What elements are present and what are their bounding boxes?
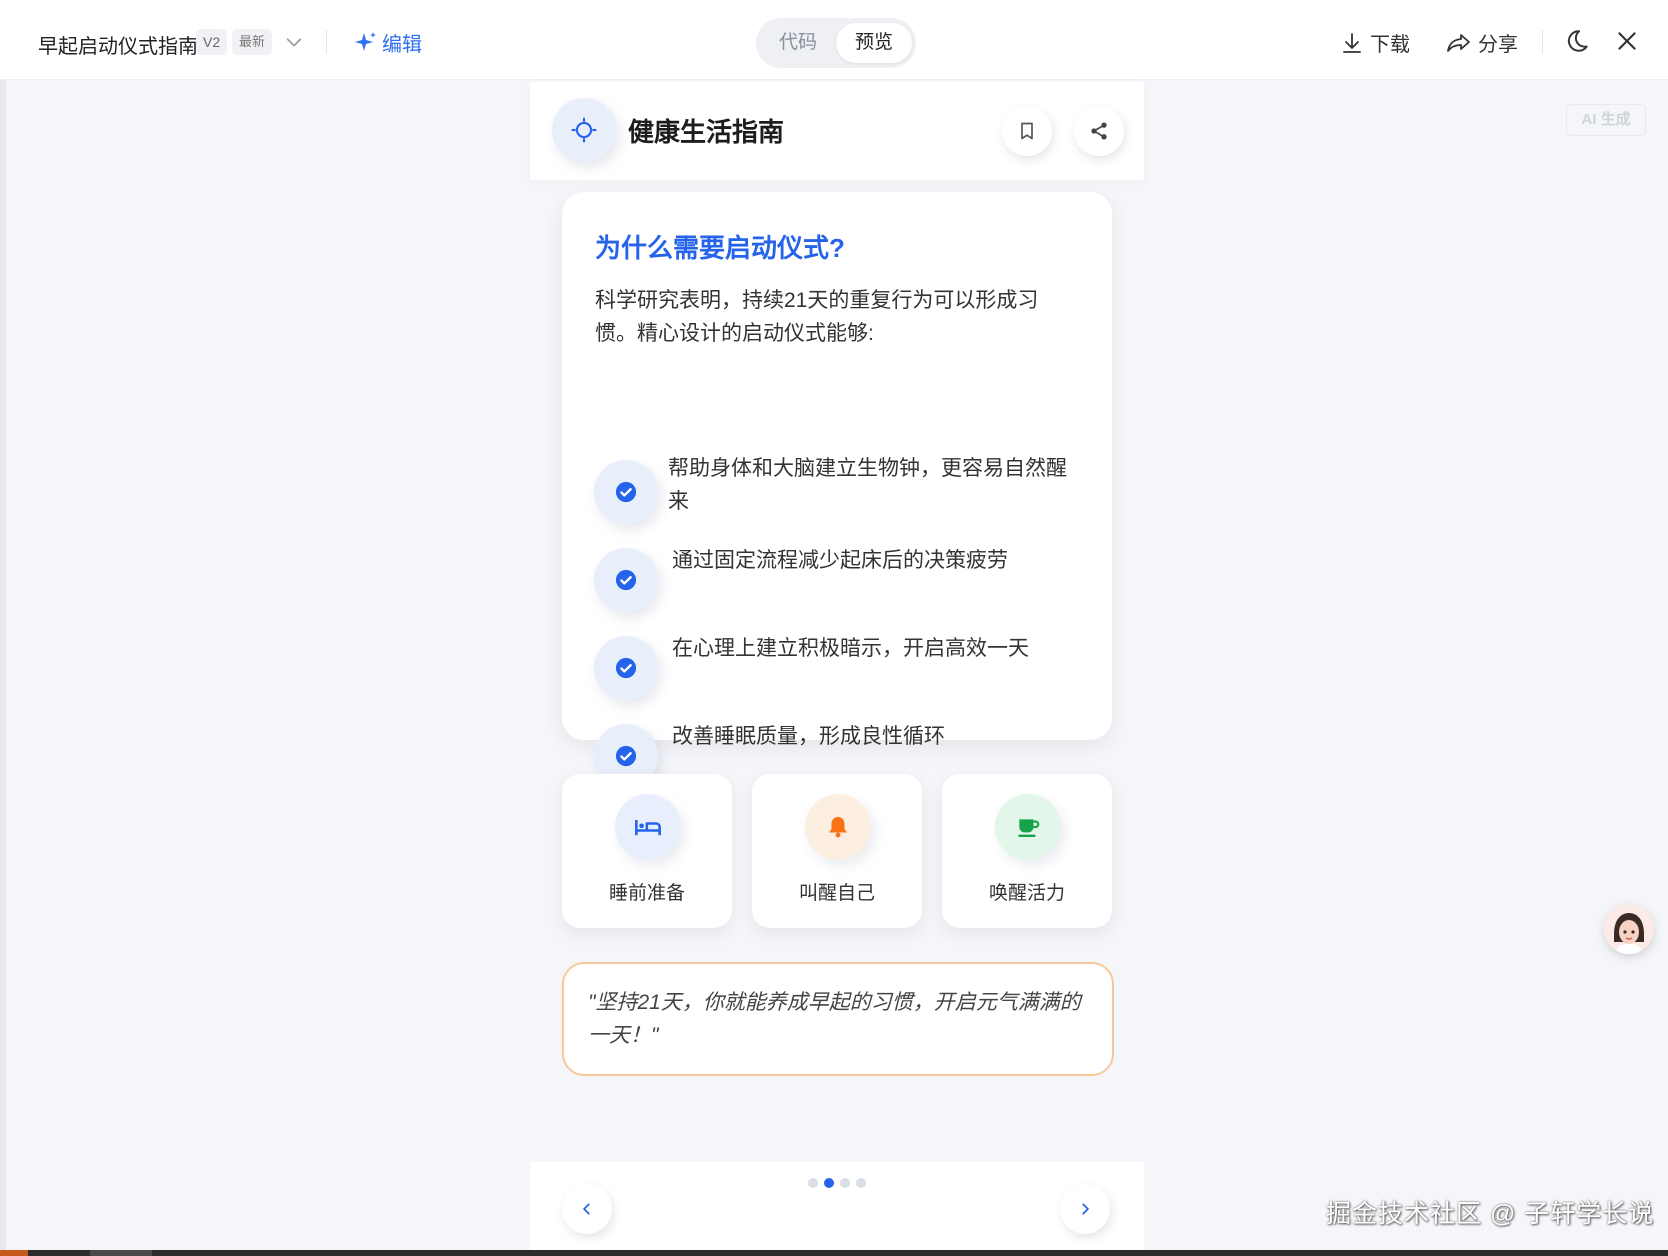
moon-icon[interactable]: [1564, 28, 1590, 54]
download-button[interactable]: 下载: [1340, 28, 1410, 57]
why-title: 为什么需要启动仪式?: [595, 233, 845, 263]
bookmark-icon: [1021, 122, 1033, 140]
motivation-quote: "坚持21天，你就能养成早起的习惯，开启元气满满的一天！": [562, 962, 1114, 1076]
bullet-text: 改善睡眠质量，形成良性循环: [672, 725, 945, 748]
share-icon: [1447, 33, 1470, 52]
tab-code[interactable]: 代码: [760, 23, 836, 63]
download-icon: [1343, 32, 1361, 53]
share-nodes-icon: [1091, 122, 1107, 140]
avatar-icon: [1604, 904, 1654, 954]
toolbar-divider: [1542, 30, 1543, 54]
page-dot[interactable]: [856, 1178, 866, 1188]
feature-label: 唤醒活力: [988, 883, 1065, 904]
left-border: [0, 80, 6, 1250]
feature-label: 叫醒自己: [798, 883, 875, 904]
page-dot[interactable]: [840, 1178, 850, 1188]
view-switch: 代码 预览: [756, 18, 916, 68]
feature-card-energy[interactable]: 唤醒活力: [942, 774, 1112, 928]
app-title: 健康生活指南: [628, 117, 785, 147]
quote-text: "坚持21天，你就能养成早起的习惯，开启元气满满的一天！": [588, 991, 1081, 1047]
bullet-text: 帮助身体和大脑建立生物钟，更容易自然醒来: [668, 457, 1067, 513]
watermark: 掘金技术社区 @ 子轩学长说: [1326, 1200, 1655, 1228]
edit-label: 编辑: [382, 34, 422, 56]
why-card: 为什么需要启动仪式? 科学研究表明，持续21天的重复行为可以形成习惯。精心设计的…: [562, 192, 1112, 788]
app-share-button[interactable]: [1074, 106, 1124, 156]
feature-card-sleep-prep[interactable]: 睡前准备: [562, 774, 732, 928]
latest-badge: 最新: [232, 29, 273, 55]
sun-icon: [552, 98, 616, 162]
app-header: 健康生活指南: [530, 82, 1144, 180]
share-label: 分享: [1478, 34, 1518, 56]
bookmark-button[interactable]: [1002, 106, 1052, 156]
assistant-avatar[interactable]: [1604, 904, 1654, 954]
bullet-text: 在心理上建立积极暗示，开启高效一天: [672, 637, 1029, 660]
bed-icon: [615, 794, 681, 860]
page-dot[interactable]: [808, 1178, 818, 1188]
chevron-down-icon[interactable]: [283, 31, 305, 53]
prev-page-button[interactable]: [562, 1184, 612, 1234]
share-button[interactable]: 分享: [1446, 28, 1518, 57]
taskbar-segment: [90, 1250, 152, 1256]
check-circle-icon: [594, 636, 658, 700]
why-description: 科学研究表明，持续21天的重复行为可以形成习惯。精心设计的启动仪式能够:: [595, 289, 1039, 345]
preview-frame: 健康生活指南 为什么需要启动仪式? 科学研究表明，持续21天的重复行为可以形成习…: [530, 82, 1144, 1250]
feature-card-wake-up[interactable]: 叫醒自己: [752, 774, 922, 928]
bell-icon: [805, 794, 871, 860]
version-badge: V2: [196, 29, 228, 55]
taskbar-segment: [0, 1250, 28, 1256]
page-dot[interactable]: [824, 1178, 834, 1188]
check-circle-icon: [594, 460, 658, 524]
sparkle-icon: [355, 31, 376, 51]
ai-generated-tag: AI 生成: [1566, 104, 1646, 136]
check-circle-icon: [594, 548, 658, 612]
chevron-right-icon: [1082, 1203, 1089, 1215]
bullet-text: 通过固定流程减少起床后的决策疲劳: [672, 549, 1008, 572]
close-icon[interactable]: [1614, 28, 1640, 54]
edit-button[interactable]: 编辑: [354, 28, 422, 57]
toolbar-divider: [326, 30, 327, 54]
download-label: 下载: [1370, 34, 1410, 56]
page-indicator: [808, 1178, 866, 1188]
feature-label: 睡前准备: [608, 883, 685, 904]
tab-preview[interactable]: 预览: [836, 23, 912, 63]
bottom-navigation: [530, 1162, 1144, 1250]
taskbar-strip: [0, 1250, 1668, 1256]
document-title: 早起启动仪式指南: [38, 36, 198, 58]
coffee-icon: [995, 794, 1061, 860]
chevron-left-icon: [583, 1203, 590, 1215]
top-toolbar: 早起启动仪式指南 V2 最新 编辑 代码 预览 下载 分享: [0, 0, 1668, 80]
next-page-button[interactable]: [1060, 1184, 1110, 1234]
